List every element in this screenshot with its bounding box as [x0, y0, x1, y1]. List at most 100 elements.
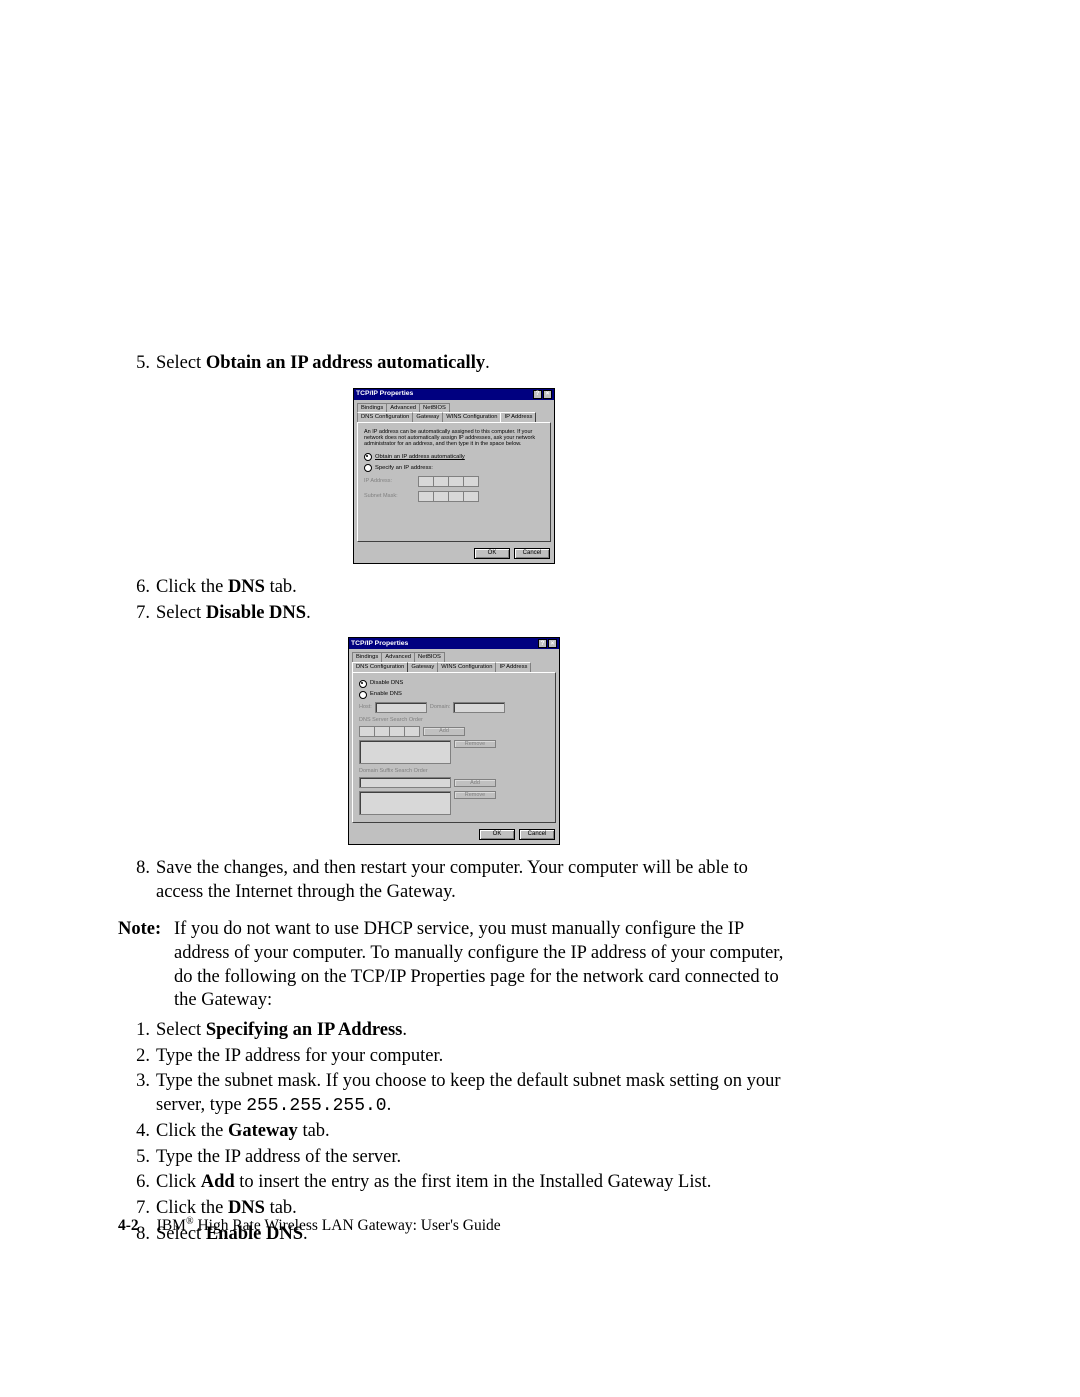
ip-address-row: IP Address:	[364, 476, 544, 487]
product-title: High Rate Wireless LAN Gateway: User's G…	[194, 1217, 501, 1234]
dialog-buttons: OK Cancel	[354, 545, 554, 563]
radio-disable-dns[interactable]: Disable DNS	[359, 680, 549, 688]
dns-server-list-row: Remove	[359, 740, 549, 764]
ok-button[interactable]: OK	[474, 548, 510, 559]
dialog-body: Bindings Advanced NetBIOS DNS Configurat…	[349, 649, 559, 826]
dns-disabled-fields: Host: Domain: DNS Server Search Order Ad	[357, 702, 551, 816]
help-icon[interactable]: ?	[533, 390, 542, 399]
domain-label: Domain:	[430, 704, 450, 710]
tab-netbios[interactable]: NetBIOS	[414, 652, 445, 662]
list-number: 1.	[118, 1019, 156, 1043]
mono-text: 255.255.255.0	[246, 1096, 386, 1116]
radio-obtain-auto[interactable]: Obtain an IP address automatically	[364, 453, 544, 461]
host-input[interactable]	[375, 702, 427, 713]
list-number: 8.	[118, 857, 156, 904]
tab-wins[interactable]: WINS Configuration	[437, 662, 496, 672]
subnet-mask-input[interactable]	[418, 491, 479, 502]
list-text: Type the IP address of the server.	[156, 1146, 790, 1170]
tab-row-2: DNS Configuration Gateway WINS Configura…	[352, 662, 556, 672]
title-bar: TCP/IP Properties ? ×	[354, 389, 554, 400]
brand: IBM	[157, 1217, 186, 1234]
tab-dns-config[interactable]: DNS Configuration	[357, 412, 413, 422]
cancel-button[interactable]: Cancel	[514, 548, 550, 559]
text: Select	[156, 353, 206, 373]
radio-label: Enable DNS	[370, 691, 402, 698]
list-number: 5.	[118, 1146, 156, 1170]
list-number: 5.	[118, 352, 156, 376]
text: Click the	[156, 1121, 228, 1141]
list-text: Select Disable DNS.	[156, 602, 790, 626]
tab-advanced[interactable]: Advanced	[381, 652, 415, 662]
page-footer: 4-2 IBM® High Rate Wireless LAN Gateway:…	[118, 1216, 501, 1235]
dns-ip-input[interactable]	[359, 726, 420, 737]
ok-button[interactable]: OK	[479, 829, 515, 840]
tab-gateway[interactable]: Gateway	[412, 412, 443, 422]
suffix-list-row: Remove	[359, 791, 549, 815]
screenshot-1: TCP/IP Properties ? × Bindings Advanced …	[118, 388, 790, 564]
tab-dns-config[interactable]: DNS Configuration	[352, 662, 408, 672]
tab-wins[interactable]: WINS Configuration	[442, 412, 501, 422]
text: .	[387, 1095, 392, 1115]
list-number: 2.	[118, 1045, 156, 1069]
tab-ip-address[interactable]: IP Address	[495, 662, 531, 672]
ip-address-input[interactable]	[418, 476, 479, 487]
tab-netbios[interactable]: NetBIOS	[419, 403, 450, 413]
ip-address-panel: An IP address can be automatically assig…	[357, 422, 551, 542]
bold-text: Obtain an IP address automatically	[206, 353, 485, 373]
tab-bindings[interactable]: Bindings	[352, 652, 382, 662]
registered-icon: ®	[186, 1216, 194, 1227]
document-page: 5. Select Obtain an IP address automatic…	[118, 350, 790, 1248]
footer-title: IBM® High Rate Wireless LAN Gateway: Use…	[157, 1216, 501, 1235]
dns-server-list[interactable]	[359, 740, 451, 764]
help-icon[interactable]: ?	[538, 639, 547, 648]
step-8: 8. Save the changes, and then restart yo…	[118, 857, 790, 904]
suffix-list[interactable]	[359, 791, 451, 815]
substep-5: 5. Type the IP address of the server.	[118, 1146, 790, 1170]
add-button[interactable]: Add	[423, 727, 465, 735]
close-icon[interactable]: ×	[548, 639, 557, 648]
radio-label: Obtain an IP address automatically	[375, 454, 465, 461]
remove-button[interactable]: Remove	[454, 791, 496, 799]
add-button[interactable]: Add	[454, 779, 496, 787]
list-number: 4.	[118, 1120, 156, 1144]
screenshot-2: TCP/IP Properties ? × Bindings Advanced …	[118, 637, 790, 845]
substep-1: 1. Select Specifying an IP Address.	[118, 1019, 790, 1043]
step-5: 5. Select Obtain an IP address automatic…	[118, 352, 790, 376]
bold-text: Add	[201, 1172, 235, 1192]
text: tab.	[298, 1121, 330, 1141]
note-text: If you do not want to use DHCP service, …	[174, 918, 790, 1013]
cancel-button[interactable]: Cancel	[519, 829, 555, 840]
dialog-buttons: OK Cancel	[349, 826, 559, 844]
close-icon[interactable]: ×	[543, 390, 552, 399]
bold-text: Specifying an IP Address	[206, 1020, 403, 1040]
subnet-mask-row: Subnet Mask:	[364, 491, 544, 502]
text: Select	[156, 1020, 206, 1040]
list-text: Save the changes, and then restart your …	[156, 857, 790, 904]
bold-text: DNS	[228, 577, 265, 597]
tab-bindings[interactable]: Bindings	[357, 403, 387, 413]
domain-input[interactable]	[453, 702, 505, 713]
text: tab.	[265, 577, 297, 597]
dialog-title: TCP/IP Properties	[351, 640, 408, 648]
tab-row-1: Bindings Advanced NetBIOS	[357, 403, 551, 413]
list-number: 6.	[118, 1171, 156, 1195]
step-6: 6. Click the DNS tab.	[118, 576, 790, 600]
tab-advanced[interactable]: Advanced	[386, 403, 420, 413]
tcpip-properties-dialog-dns: TCP/IP Properties ? × Bindings Advanced …	[348, 637, 560, 845]
substep-2: 2. Type the IP address for your computer…	[118, 1045, 790, 1069]
radio-enable-dns[interactable]: Enable DNS	[359, 691, 549, 699]
list-number: 7.	[118, 602, 156, 626]
list-text: Click the Gateway tab.	[156, 1120, 790, 1144]
step-7: 7. Select Disable DNS.	[118, 602, 790, 626]
list-number: 3.	[118, 1070, 156, 1118]
tab-gateway[interactable]: Gateway	[407, 662, 438, 672]
substep-3: 3. Type the subnet mask. If you choose t…	[118, 1070, 790, 1118]
dns-search-order-label: DNS Server Search Order	[359, 717, 549, 723]
text: Select	[156, 603, 206, 623]
page-number: 4-2	[118, 1217, 139, 1235]
suffix-input[interactable]	[359, 777, 451, 788]
radio-specify[interactable]: Specify an IP address:	[364, 464, 544, 472]
tab-ip-address[interactable]: IP Address	[500, 412, 536, 422]
radio-icon	[364, 453, 372, 461]
remove-button[interactable]: Remove	[454, 740, 496, 748]
